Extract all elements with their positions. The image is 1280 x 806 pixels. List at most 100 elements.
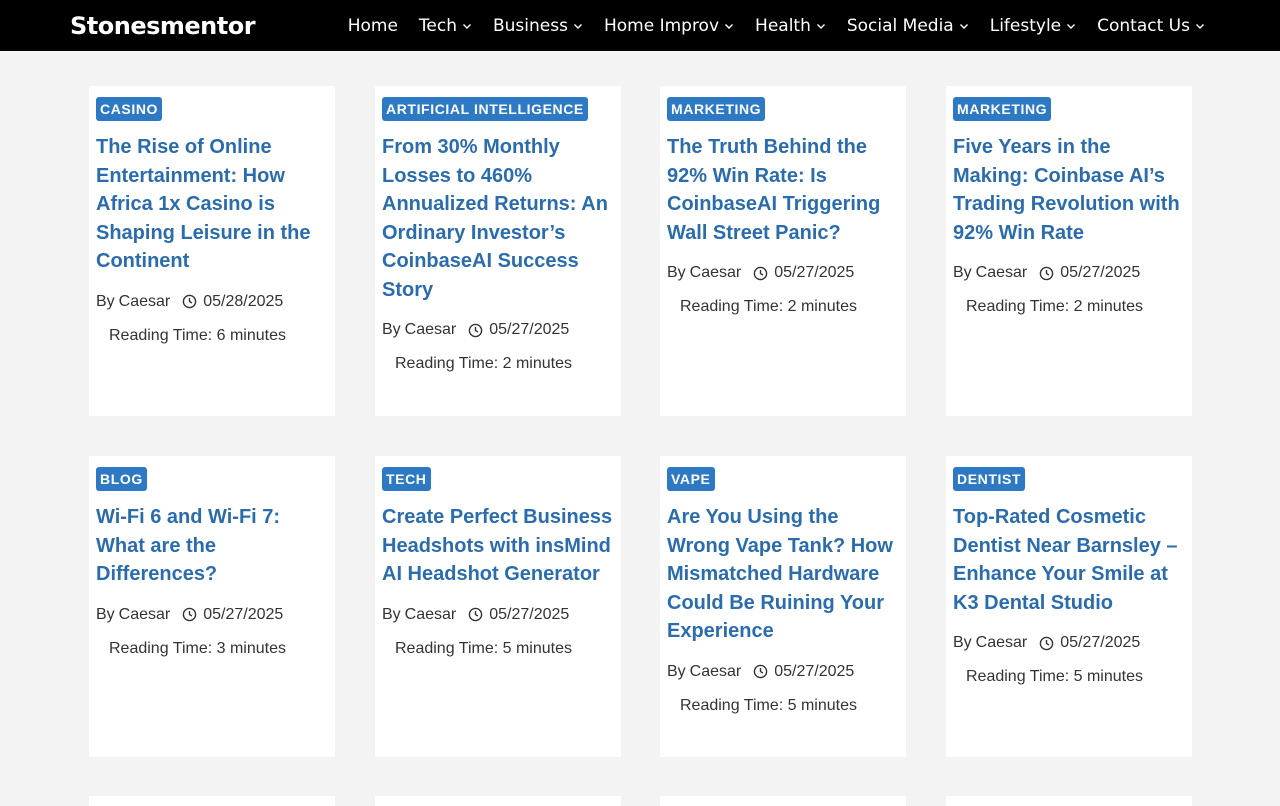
- author-link[interactable]: Caesar: [119, 605, 171, 625]
- author-link[interactable]: Caesar: [690, 263, 742, 283]
- main-nav: Home Tech Business Home Improv Health So…: [327, 0, 1205, 51]
- nav-item-label: Business: [493, 15, 568, 36]
- nav-item-home-improv[interactable]: Home Improv: [604, 16, 734, 36]
- post-meta: By Caesar 05/27/2025: [953, 633, 1185, 653]
- post-meta: By Caesar 05/27/2025: [953, 263, 1185, 283]
- author-link[interactable]: Caesar: [119, 292, 171, 312]
- post-date: 05/27/2025: [489, 605, 570, 623]
- author-link[interactable]: Caesar: [690, 662, 742, 682]
- category-badge[interactable]: MARKETING: [667, 97, 766, 121]
- post-title[interactable]: The Rise of Online Entertainment: How Af…: [96, 133, 328, 276]
- post-card: VAPE Are You Using the Wrong Vape Tank? …: [660, 456, 906, 757]
- reading-time-value: 2 minutes: [502, 355, 572, 372]
- nav-item-business[interactable]: Business: [493, 16, 583, 36]
- post-card: DENTIST Top-Rated Cosmetic Dentist Near …: [946, 456, 1192, 757]
- post-card: BLOG Wi-Fi 6 and Wi-Fi 7: What are the D…: [89, 456, 335, 757]
- reading-time: Reading Time: 2 minutes: [395, 354, 614, 374]
- nav-item-label: Home Improv: [603, 15, 720, 36]
- post-meta: By Caesar 05/27/2025: [96, 605, 328, 625]
- reading-time-label: Reading Time:: [966, 298, 1070, 315]
- category-badge[interactable]: DENTIST: [953, 467, 1026, 491]
- reading-time-value: 2 minutes: [1073, 298, 1143, 315]
- post-card: CASINO The Rise of Online Entertainment:…: [89, 86, 335, 416]
- post-card-partial: [89, 796, 335, 806]
- post-title[interactable]: Are You Using the Wrong Vape Tank? How M…: [667, 503, 899, 646]
- chevron-down-icon: [1067, 23, 1076, 29]
- clock-icon: [182, 294, 197, 309]
- by-label: By: [667, 662, 686, 680]
- post-title[interactable]: Wi-Fi 6 and Wi-Fi 7: What are the Differ…: [96, 503, 328, 589]
- clock-icon: [753, 664, 768, 679]
- chevron-down-icon: [725, 23, 734, 29]
- post-date: 05/27/2025: [774, 264, 855, 281]
- post-meta: By Caesar 05/27/2025: [667, 662, 899, 682]
- nav-item-home[interactable]: Home: [348, 16, 398, 36]
- reading-time-value: 5 minutes: [1073, 668, 1143, 685]
- nav-item-label: Tech: [418, 15, 457, 36]
- reading-time: Reading Time: 3 minutes: [109, 639, 328, 659]
- by-label: By: [382, 321, 401, 338]
- post-title[interactable]: Create Perfect Business Headshots with i…: [382, 503, 614, 589]
- nav-item-label: Social Media: [846, 15, 954, 36]
- by-label: By: [953, 634, 972, 651]
- reading-time-label: Reading Time:: [109, 639, 213, 657]
- nav-item-tech[interactable]: Tech: [419, 16, 472, 36]
- reading-time: Reading Time: 2 minutes: [966, 297, 1185, 317]
- post-date: 05/28/2025: [203, 292, 284, 310]
- post-date: 05/27/2025: [1060, 634, 1141, 651]
- chevron-down-icon: [959, 23, 968, 29]
- site-logo[interactable]: Stonesmentor: [70, 11, 256, 41]
- nav-item-contact-us[interactable]: Contact Us: [1097, 16, 1205, 36]
- by-label: By: [667, 264, 686, 281]
- post-meta: By Caesar 05/28/2025: [96, 292, 328, 312]
- category-badge[interactable]: BLOG: [96, 467, 147, 491]
- post-title[interactable]: Top-Rated Cosmetic Dentist Near Barnsley…: [953, 503, 1185, 617]
- nav-item-health[interactable]: Health: [755, 16, 826, 36]
- author-link[interactable]: Caesar: [405, 605, 457, 625]
- post-meta: By Caesar 05/27/2025: [382, 320, 614, 340]
- nav-item-label: Health: [755, 15, 811, 36]
- author-link[interactable]: Caesar: [405, 320, 457, 340]
- category-badge[interactable]: ARTIFICIAL INTELLIGENCE: [382, 97, 588, 121]
- post-meta: By Caesar 05/27/2025: [667, 263, 899, 283]
- author-link[interactable]: Caesar: [976, 633, 1028, 653]
- post-card: MARKETING Five Years in the Making: Coin…: [946, 86, 1192, 416]
- by-label: By: [382, 605, 401, 623]
- reading-time-label: Reading Time:: [109, 326, 213, 344]
- by-label: By: [96, 292, 115, 310]
- post-card-partial: [946, 796, 1192, 806]
- reading-time: Reading Time: 5 minutes: [395, 639, 614, 659]
- post-title[interactable]: From 30% Monthly Losses to 460% Annualiz…: [382, 133, 614, 304]
- category-badge[interactable]: MARKETING: [953, 97, 1052, 121]
- reading-time-value: 3 minutes: [216, 639, 286, 657]
- nav-item-label: Lifestyle: [989, 15, 1062, 36]
- post-card: MARKETING The Truth Behind the 92% Win R…: [660, 86, 906, 416]
- category-badge[interactable]: CASINO: [96, 97, 163, 121]
- reading-time-label: Reading Time:: [680, 696, 784, 714]
- clock-icon: [182, 607, 197, 622]
- category-badge[interactable]: VAPE: [667, 467, 715, 491]
- chevron-down-icon: [1196, 23, 1204, 29]
- chevron-down-icon: [463, 23, 471, 29]
- reading-time: Reading Time: 6 minutes: [109, 326, 328, 346]
- post-card: TECH Create Perfect Business Headshots w…: [375, 456, 621, 757]
- post-meta: By Caesar 05/27/2025: [382, 605, 614, 625]
- clock-icon: [468, 323, 483, 337]
- post-date: 05/27/2025: [774, 662, 855, 680]
- clock-icon: [468, 607, 483, 622]
- by-label: By: [96, 605, 115, 623]
- nav-item-lifestyle[interactable]: Lifestyle: [990, 16, 1076, 36]
- clock-icon: [1039, 266, 1054, 280]
- reading-time: Reading Time: 2 minutes: [680, 297, 899, 317]
- nav-item-social-media[interactable]: Social Media: [847, 16, 969, 36]
- chevron-down-icon: [573, 23, 582, 29]
- post-title[interactable]: Five Years in the Making: Coinbase AI’s …: [953, 133, 1185, 247]
- clock-icon: [1039, 636, 1054, 650]
- reading-time: Reading Time: 5 minutes: [966, 667, 1185, 687]
- category-badge[interactable]: TECH: [382, 467, 431, 491]
- post-card: ARTIFICIAL INTELLIGENCE From 30% Monthly…: [375, 86, 621, 416]
- reading-time-label: Reading Time:: [395, 355, 499, 372]
- post-title[interactable]: The Truth Behind the 92% Win Rate: Is Co…: [667, 133, 899, 247]
- author-link[interactable]: Caesar: [976, 263, 1028, 283]
- post-date: 05/27/2025: [489, 321, 570, 338]
